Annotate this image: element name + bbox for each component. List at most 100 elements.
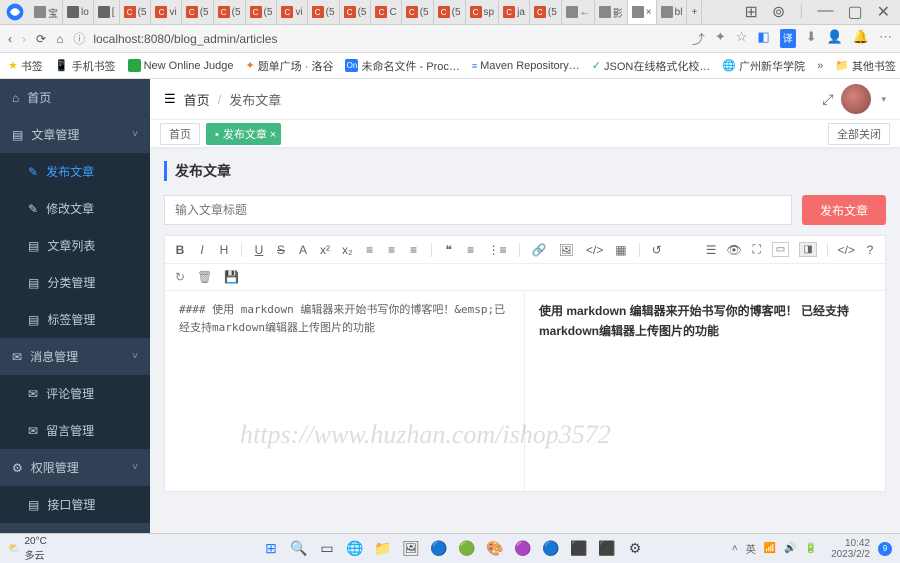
editor-source[interactable]: #### 使用 markdown 编辑器来开始书写你的博客吧！&emsp;已经支…: [165, 291, 525, 491]
window-maximize-icon[interactable]: ▢: [847, 2, 862, 22]
close-tab-icon[interactable]: ×: [270, 129, 276, 141]
person-icon[interactable]: 👤: [827, 29, 843, 48]
browser-tab[interactable]: C(5: [340, 0, 372, 24]
edge-icon[interactable]: 🌐: [344, 538, 366, 560]
table-icon[interactable]: ▦: [615, 243, 626, 257]
wand-icon[interactable]: ✦: [715, 29, 726, 48]
underline-icon[interactable]: U: [254, 243, 264, 257]
sidebar-subitem[interactable]: ▤接口管理: [0, 486, 150, 523]
browser-tab[interactable]: ×: [628, 0, 657, 24]
hamburger-icon[interactable]: ☰: [164, 91, 176, 107]
sidebar-item[interactable]: ⚙权限管理˅: [0, 449, 150, 486]
avatar[interactable]: [841, 84, 871, 114]
browser-tab[interactable]: 影: [595, 0, 628, 24]
sup-icon[interactable]: x²: [320, 243, 330, 257]
article-title-input[interactable]: [164, 195, 792, 225]
app-icon[interactable]: 🟢: [456, 538, 478, 560]
sub-icon[interactable]: x₂: [342, 243, 353, 257]
bookmark-item[interactable]: ≡Maven Repository…: [472, 60, 580, 72]
quote-icon[interactable]: ❝: [444, 243, 454, 257]
weather-widget[interactable]: ⛅ 20°C 多云: [8, 536, 47, 562]
mark-icon[interactable]: A: [298, 243, 308, 257]
window-close-icon[interactable]: ✕: [877, 2, 890, 22]
browser-tab[interactable]: C(5: [530, 0, 562, 24]
star-icon[interactable]: ☆: [736, 29, 748, 48]
window-settings-icon[interactable]: ⊚: [772, 2, 785, 22]
ul-icon[interactable]: ⋮≡: [488, 243, 507, 257]
nav-back-icon[interactable]: ‹: [8, 32, 12, 46]
browser-tab[interactable]: Cvi: [277, 0, 307, 24]
browser-tab[interactable]: C(5: [434, 0, 466, 24]
align-left-icon[interactable]: ≡: [365, 243, 375, 257]
window-minimize-icon[interactable]: —: [817, 2, 833, 22]
browser-tab[interactable]: [: [94, 0, 120, 24]
app-icon[interactable]: 🔵: [428, 538, 450, 560]
browser-tab[interactable]: C(5: [402, 0, 434, 24]
link-icon[interactable]: 🔗: [532, 243, 547, 257]
sidebar-item[interactable]: ⌂首页: [0, 79, 150, 116]
more-icon[interactable]: ⋯: [879, 29, 892, 48]
browser-tab[interactable]: C(5: [120, 0, 152, 24]
notif-icon[interactable]: 🔔: [853, 29, 869, 48]
html-icon[interactable]: </>: [838, 243, 855, 257]
app-icon[interactable]: 🟣: [512, 538, 534, 560]
browser-tab[interactable]: Cvi: [151, 0, 181, 24]
tray-lang-icon[interactable]: 英: [746, 541, 756, 556]
preview-icon[interactable]: 👁: [727, 243, 742, 257]
browser-tab[interactable]: C(5: [214, 0, 246, 24]
browser-tab[interactable]: Csp: [466, 0, 500, 24]
app-icon[interactable]: ⬛: [596, 538, 618, 560]
nav-reload-icon[interactable]: ⟳: [36, 32, 46, 46]
code-icon[interactable]: </>: [586, 243, 603, 257]
start-icon[interactable]: ⊞: [260, 538, 282, 560]
translate-icon[interactable]: 译: [780, 29, 796, 48]
tab-home[interactable]: 首页: [160, 123, 200, 145]
browser-tab[interactable]: C(5: [308, 0, 340, 24]
app-icon[interactable]: ⬛: [568, 538, 590, 560]
bookmark-item[interactable]: ✦题单广场 · 洛谷: [245, 58, 333, 74]
tray-volume-icon[interactable]: 🔊: [784, 543, 796, 554]
sidebar-subitem[interactable]: ▤文章列表: [0, 227, 150, 264]
share-icon[interactable]: ⤴: [692, 29, 705, 48]
new-tab-button[interactable]: +: [687, 0, 702, 24]
trash-icon[interactable]: 🗑: [197, 270, 212, 284]
other-bookmarks[interactable]: 📁其他书签: [835, 58, 896, 74]
heading-icon[interactable]: H: [219, 243, 229, 257]
expand-icon[interactable]: ⛶: [752, 242, 762, 257]
align-right-icon[interactable]: ≡: [409, 243, 419, 257]
breadcrumb-home[interactable]: 首页: [184, 90, 210, 109]
app-icon[interactable]: ⚙: [624, 538, 646, 560]
bookmark-item[interactable]: On未命名文件 - Proc…: [345, 58, 459, 74]
clock[interactable]: 10:42 2023/2/2: [831, 538, 870, 560]
site-info-icon[interactable]: ⓘ: [73, 30, 85, 47]
nav-icon[interactable]: ☰: [706, 243, 717, 257]
sidebar-item[interactable]: ✉消息管理˅: [0, 338, 150, 375]
save-icon[interactable]: 💾: [224, 270, 239, 284]
browser-tab[interactable]: bl: [657, 0, 688, 24]
fullscreen-icon[interactable]: ⤢: [822, 91, 831, 108]
tab-active[interactable]: 发布文章 ×: [206, 123, 281, 145]
sidebar-item[interactable]: ▤文章管理˅: [0, 116, 150, 153]
sidebar-subitem[interactable]: ✎修改文章: [0, 190, 150, 227]
tray-battery-icon[interactable]: 🔋: [805, 543, 817, 554]
app-icon[interactable]: 🖼: [400, 538, 422, 560]
strike-icon[interactable]: S: [276, 243, 286, 257]
ol-icon[interactable]: ≡: [466, 243, 476, 257]
nav-forward-icon[interactable]: ›: [22, 32, 26, 46]
explorer-icon[interactable]: 📁: [372, 538, 394, 560]
caret-down-icon[interactable]: ▾: [881, 94, 886, 105]
bookmark-item[interactable]: 🌐广州新华学院: [722, 58, 805, 74]
browser-tab[interactable]: C(5: [182, 0, 214, 24]
sidebar-subitem[interactable]: ▤标签管理: [0, 301, 150, 338]
bold-icon[interactable]: B: [175, 243, 185, 257]
read-icon[interactable]: ▭: [772, 242, 789, 257]
sidebar-subitem[interactable]: ▤分类管理: [0, 264, 150, 301]
window-extra-icon[interactable]: ⊞: [745, 2, 758, 22]
sidebar-subitem[interactable]: ✉留言管理: [0, 412, 150, 449]
publish-button[interactable]: 发布文章: [802, 195, 886, 225]
split-icon[interactable]: ◨: [799, 242, 816, 257]
nav-home-icon[interactable]: ⌂: [56, 32, 63, 46]
browser-tab[interactable]: ←: [562, 0, 595, 24]
browser-tab[interactable]: CC: [371, 0, 401, 24]
taskview-icon[interactable]: ▭: [316, 538, 338, 560]
